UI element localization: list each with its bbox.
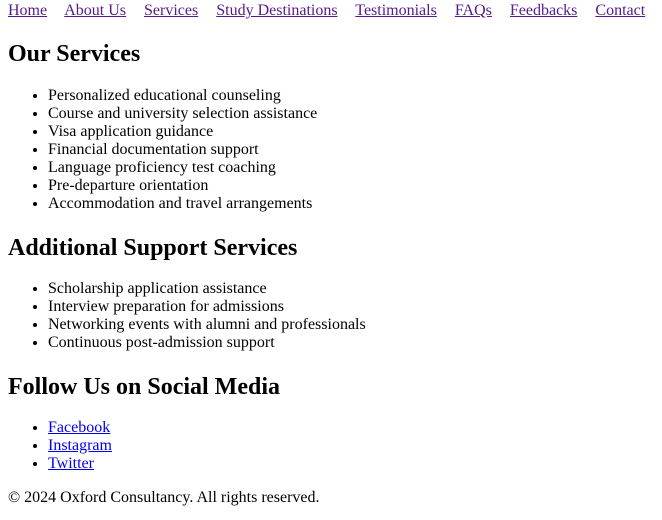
list-item: Interview preparation for admissions: [48, 298, 654, 316]
nav-link-study-destinations[interactable]: Study Destinations: [216, 2, 337, 19]
services-list: Personalized educational counseling Cour…: [8, 87, 654, 213]
list-item: Visa application guidance: [48, 123, 654, 141]
twitter-link[interactable]: Twitter: [48, 455, 94, 472]
nav-link-about-us[interactable]: About Us: [64, 2, 126, 19]
nav-link-feedbacks[interactable]: Feedbacks: [510, 2, 578, 19]
list-item: Course and university selection assistan…: [48, 105, 654, 123]
list-item: Language proficiency test coaching: [48, 159, 654, 177]
list-item: Facebook: [48, 419, 654, 437]
list-item: Financial documentation support: [48, 141, 654, 159]
additional-services-list: Scholarship application assistance Inter…: [8, 280, 654, 352]
list-item: Pre-departure orientation: [48, 177, 654, 195]
list-item: Networking events with alumni and profes…: [48, 316, 654, 334]
services-section: Our Services Personalized educational co…: [8, 40, 654, 213]
nav-link-faqs[interactable]: FAQs: [455, 2, 492, 19]
list-item: Scholarship application assistance: [48, 280, 654, 298]
top-navigation: Home About Us Services Study Destination…: [8, 2, 654, 20]
additional-services-section: Additional Support Services Scholarship …: [8, 234, 654, 352]
social-media-heading: Follow Us on Social Media: [8, 374, 281, 400]
instagram-link[interactable]: Instagram: [48, 437, 112, 454]
nav-link-testimonials[interactable]: Testimonials: [355, 2, 437, 19]
nav-link-services[interactable]: Services: [144, 2, 198, 19]
footer-copyright: © 2024 Oxford Consultancy. All rights re…: [8, 489, 320, 506]
facebook-link[interactable]: Facebook: [48, 419, 110, 436]
list-item: Instagram: [48, 437, 654, 455]
list-item: Twitter: [48, 455, 654, 473]
nav-link-contact[interactable]: Contact: [595, 2, 645, 19]
nav-link-home[interactable]: Home: [8, 2, 47, 19]
list-item: Continuous post-admission support: [48, 334, 654, 352]
additional-services-heading: Additional Support Services: [8, 235, 298, 261]
services-heading: Our Services: [8, 41, 141, 67]
list-item: Accommodation and travel arrangements: [48, 195, 654, 213]
social-media-section: Follow Us on Social Media Facebook Insta…: [8, 373, 654, 473]
page: Home About Us Services Study Destination…: [0, 2, 662, 507]
list-item: Personalized educational counseling: [48, 87, 654, 105]
social-links-list: Facebook Instagram Twitter: [8, 419, 654, 473]
